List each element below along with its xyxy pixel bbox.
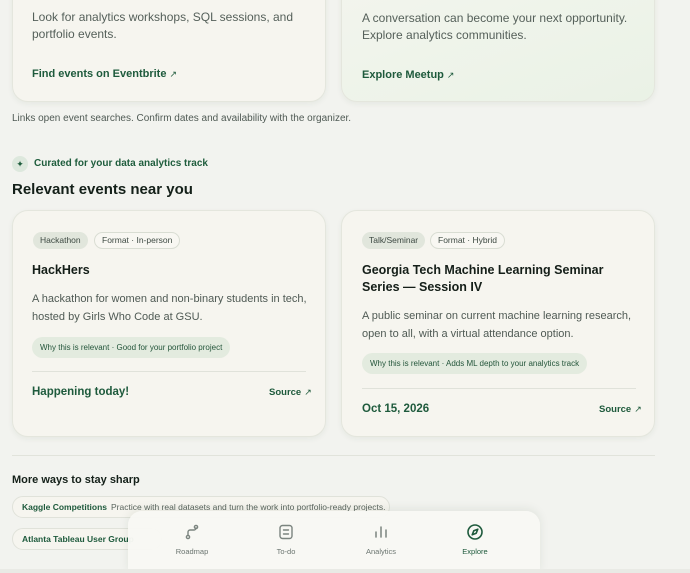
event-format-tag: Format · Hybrid xyxy=(430,232,506,249)
divider xyxy=(362,388,636,389)
external-link-icon: ↗ xyxy=(304,387,312,397)
event-date: Happening today! xyxy=(32,386,130,398)
nav-todo[interactable]: To-do xyxy=(251,523,321,556)
external-link-icon: ↗ xyxy=(446,70,455,80)
eventbrite-link-label: Find events on Eventbrite xyxy=(32,68,167,80)
resource-name: Atlanta Tableau User Group xyxy=(22,534,134,544)
external-link-icon: ↗ xyxy=(634,404,642,414)
nav-label: Analytics xyxy=(365,547,396,556)
event-title: Georgia Tech Machine Learning Seminar Se… xyxy=(362,263,604,294)
relevance-badge: Why this is relevant · Good for your por… xyxy=(32,337,231,358)
links-note: Links open event searches. Confirm dates… xyxy=(12,113,352,124)
nav-explore[interactable]: Explore xyxy=(440,523,510,556)
divider xyxy=(32,371,306,372)
route-icon xyxy=(185,524,199,540)
nav-roadmap[interactable]: Roadmap xyxy=(157,523,227,556)
curated-label: Curated for your data analytics track xyxy=(34,158,208,169)
nav-label: Explore xyxy=(462,547,488,556)
section-title: Relevant events near you xyxy=(12,181,193,198)
more-ways-title: More ways to stay sharp xyxy=(12,474,140,486)
checklist-icon xyxy=(279,524,293,540)
meetup-link[interactable]: Explore Meetup ↗ xyxy=(362,69,454,81)
source-link[interactable]: Source ↗ xyxy=(599,404,642,415)
external-link-icon: ↗ xyxy=(169,69,178,79)
bar-chart-icon xyxy=(375,526,387,538)
event-description: A hackathon for women and non-binary stu… xyxy=(32,293,307,323)
source-link-label: Source xyxy=(599,404,632,415)
window-bottom-edge xyxy=(0,569,690,573)
resource-name: Kaggle Competitions xyxy=(22,502,108,512)
event-type-tag: Talk/Seminar xyxy=(362,232,426,249)
bottom-nav: Roadmap To-do Analytics Explore xyxy=(128,511,540,573)
sparkle-icon: ✦ xyxy=(12,156,28,172)
eventbrite-description: Look for analytics workshops, SQL sessio… xyxy=(32,10,294,41)
meetup-description: A conversation can become your next oppo… xyxy=(362,11,628,42)
event-description: A public seminar on current machine lear… xyxy=(362,310,632,340)
nav-label: Roadmap xyxy=(175,547,209,556)
event-date: Oct 15, 2026 xyxy=(362,403,430,415)
nav-analytics[interactable]: Analytics xyxy=(346,523,416,556)
section-divider xyxy=(12,455,655,456)
compass-icon xyxy=(467,524,483,540)
event-type-tag: Hackathon xyxy=(33,232,88,249)
event-format-tag: Format · In-person xyxy=(94,232,181,249)
meetup-link-label: Explore Meetup xyxy=(362,69,444,81)
nav-label: To-do xyxy=(276,547,296,556)
relevance-badge: Why this is relevant · Adds ML depth to … xyxy=(362,353,588,374)
source-link[interactable]: Source ↗ xyxy=(269,387,312,398)
source-link-label: Source xyxy=(269,387,302,398)
eventbrite-link[interactable]: Find events on Eventbrite ↗ xyxy=(32,68,177,80)
event-title: HackHers xyxy=(32,263,90,277)
